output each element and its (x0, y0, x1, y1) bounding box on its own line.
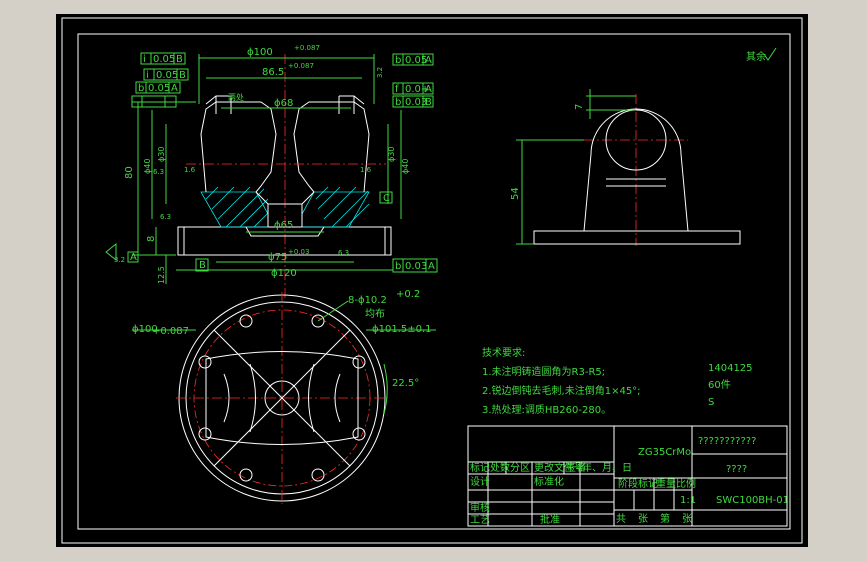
tb-designer: 设计 (470, 475, 490, 488)
tol-ref-6: B (425, 97, 432, 108)
dim-plan-dia101: ϕ101.5±0.1 (372, 324, 432, 335)
tol-ref-2: B (179, 70, 186, 81)
tb-weight: 重量 (656, 477, 676, 490)
cad-drawing: i 0.05 B i 0.05 B b 0.05 A b 0.05 A f 0.… (61, 17, 803, 544)
tb-approve: 批准 (540, 513, 560, 526)
tol-val-4: 0.05 (405, 55, 427, 66)
tol-val-7: 0.03 (405, 261, 427, 272)
company: ???? (726, 464, 747, 475)
tol-val-1: 0.05 (153, 54, 175, 65)
dim-h12-5: 12.5 (157, 266, 166, 284)
dim-dia75: ϕ75 (268, 252, 287, 263)
note-quantity: 60件 (708, 379, 731, 391)
tb-col-3: 分区 (510, 462, 530, 474)
dim-dia75-tol: +0.03 (288, 248, 309, 256)
part-name: ??????????? (698, 436, 756, 447)
datum-a: A (130, 252, 137, 263)
plan-view: 8-ϕ10.2 +0.2 均布 ϕ100 +0.087 ϕ101.5±0.1 2… (132, 289, 436, 504)
rough-6-3-a: 6.3 (153, 168, 164, 176)
section-view: i 0.05 B i 0.05 B b 0.05 A b 0.05 A f 0.… (105, 44, 438, 299)
dim-holes: 8-ϕ10.2 (348, 295, 387, 306)
tech-line-1: 1.未注明铸造圆角为R3-R5; (482, 365, 605, 378)
dim-side-54: 54 (510, 187, 521, 200)
dim-plan-dia100-tol: +0.087 (152, 326, 189, 337)
right-wall (293, 101, 370, 193)
dim-h8: 8 (146, 236, 157, 242)
tol-sym-1: i (143, 54, 146, 65)
tb-col-1: 标记 (470, 462, 490, 474)
tol-sym-7: b (395, 261, 401, 272)
base-flange (177, 226, 392, 256)
tol-ref-7: A (428, 261, 435, 272)
tol-sym-3: b (138, 83, 144, 94)
rough-6-3-c: 6.3 (338, 249, 349, 257)
drawing-number: SWC100BH-01 (716, 495, 789, 506)
dim-dia40-right: ϕ40 (401, 159, 410, 174)
dim-dia100-tol: +0.087 (294, 44, 320, 52)
tb-sheet-3: 第 (660, 512, 670, 525)
rough-6-3-b: 6.3 (160, 213, 171, 221)
dim-h80: 80 (124, 166, 135, 179)
dim-dia30-left: ϕ30 (157, 147, 166, 162)
rough-1-6-a: 1.6 (184, 166, 196, 174)
left-wall (200, 101, 277, 193)
dim-side-7: 7 (574, 104, 585, 110)
tol-val-3: 0.05 (148, 83, 170, 94)
tb-process: 工艺 (470, 514, 490, 526)
side-base (533, 230, 741, 245)
dim-dia40-left: ϕ40 (143, 159, 152, 174)
tol-ref-4: A (425, 55, 432, 66)
tech-line-3: 3.热处理:调质HB260-280。 (482, 403, 611, 416)
tol-sym-2: i (146, 70, 149, 81)
tol-sym-5: f (395, 84, 399, 95)
title-block: ZG35CrMo ??????????? ???? SWC100BH-01 1:… (467, 425, 789, 527)
tech-requirements: 技术要求: 1.未注明铸造圆角为R3-R5; 2.锐边倒钝去毛刺,未注倒角1×4… (482, 346, 641, 416)
dim-dia100-top: ϕ100 (247, 47, 273, 58)
plan-dimension-lines (132, 300, 436, 415)
flange-edges (183, 227, 386, 255)
tech-title: 技术要求: (482, 346, 525, 359)
tol-sym-6: b (395, 97, 401, 108)
side-note: 两处 (228, 92, 244, 102)
tol-sym-4: b (395, 55, 401, 66)
tol-val-2: 0.05 (156, 70, 178, 81)
tech-line-2: 2.锐边倒钝去毛刺,未注倒角1×45°; (482, 384, 641, 397)
dim-dia68: ϕ68 (274, 98, 293, 109)
dim-dia30-right: ϕ30 (387, 147, 396, 162)
tb-standard: 标准化 (534, 475, 564, 488)
rough-3-2-a: 3.2 (114, 256, 125, 264)
datum-b: B (199, 260, 206, 271)
tb-stage: 阶段标记 (618, 477, 658, 490)
right-notes: 1404125 60件 S (708, 363, 753, 408)
dim-holes-tol: +0.2 (396, 289, 420, 300)
note-number: 1404125 (708, 363, 753, 374)
tol-ref-1: B (176, 54, 183, 65)
dim-holes-note: 均布 (365, 308, 385, 320)
dim-dia65: ϕ65 (274, 220, 293, 231)
tb-ratio: 比例 (676, 477, 696, 490)
drawing-sheet: i 0.05 B i 0.05 B b 0.05 A b 0.05 A f 0.… (56, 14, 808, 547)
datum-c: C (383, 193, 390, 204)
tb-review: 审核 (470, 501, 490, 514)
roughness-rest-label: 其余 (746, 50, 766, 63)
dim-dia86: 86.5 (262, 67, 284, 78)
tb-sheet-4: 张 (682, 513, 692, 525)
outer-frame (61, 17, 803, 544)
dim-plan-angle: 22.5° (392, 378, 419, 389)
dim-dia120: ϕ120 (271, 268, 297, 279)
tb-col-2: 处数 (490, 461, 510, 474)
material: ZG35CrMo (638, 447, 691, 458)
tol-val-6: 0.03 (405, 97, 427, 108)
rough-3-2-b: 3.2 (376, 67, 384, 78)
dim-dia86-tol: +0.087 (288, 62, 314, 70)
tb-col-6: 年、月、日 (582, 461, 632, 474)
scale: 1:1 (680, 495, 696, 506)
tb-sheet-1: 共 (616, 513, 626, 525)
note-code: S (708, 397, 714, 408)
side-view: 7 54 (510, 89, 741, 246)
tol-ref-3: A (171, 83, 178, 94)
rough-1-6-b: 1.6 (360, 166, 372, 174)
tb-sheet-2: 张 (638, 513, 648, 525)
tol-ref-5: A (425, 84, 432, 95)
